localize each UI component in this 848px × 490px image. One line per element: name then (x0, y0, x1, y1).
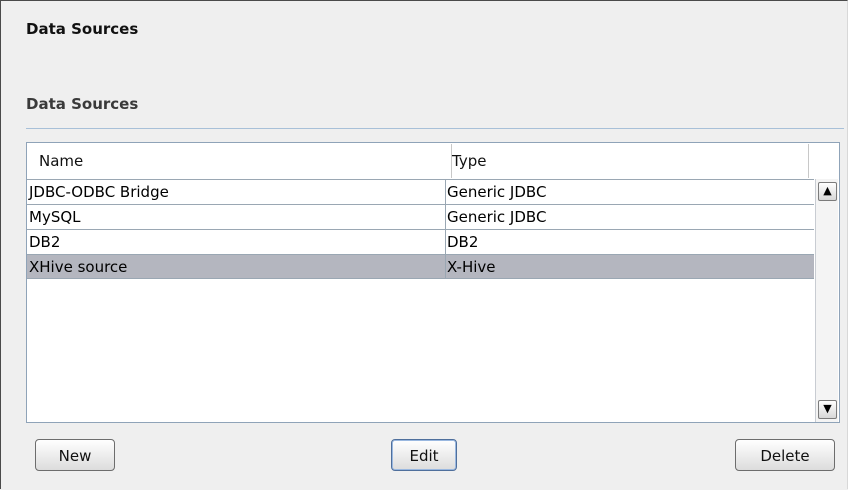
row-type-cell: Generic JDBC (447, 183, 547, 201)
data-sources-panel: Data Sources Data Sources Name Type JDBC… (0, 0, 848, 489)
row-name-cell: MySQL (28, 205, 446, 229)
page-title: Data Sources (26, 20, 139, 38)
chevron-down-icon[interactable]: ▼ (818, 400, 837, 419)
table-row[interactable]: JDBC-ODBC Bridge Generic JDBC (27, 179, 814, 204)
column-header-name[interactable]: Name (28, 144, 452, 178)
data-sources-table: Name Type JDBC-ODBC Bridge Generic JDBC … (26, 142, 840, 423)
column-header-type[interactable]: Type (441, 144, 809, 178)
new-button[interactable]: New (35, 439, 115, 471)
delete-button[interactable]: Delete (735, 439, 835, 471)
table-header: Name Type (28, 144, 838, 178)
section-divider (26, 128, 844, 129)
edit-button[interactable]: Edit (391, 439, 457, 471)
row-type-cell: Generic JDBC (447, 208, 547, 226)
chevron-up-icon[interactable]: ▲ (818, 182, 837, 201)
table-row[interactable]: DB2 DB2 (27, 229, 814, 254)
section-title: Data Sources (26, 95, 139, 113)
table-body: JDBC-ODBC Bridge Generic JDBC MySQL Gene… (27, 179, 814, 279)
row-name-cell: XHive source (28, 255, 446, 279)
row-type-cell: DB2 (447, 233, 479, 251)
row-name-cell: JDBC-ODBC Bridge (28, 180, 446, 204)
row-name-cell: DB2 (28, 230, 446, 254)
table-row[interactable]: MySQL Generic JDBC (27, 204, 814, 229)
row-type-cell: X-Hive (447, 258, 496, 276)
table-row-selected[interactable]: XHive source X-Hive (27, 254, 814, 279)
vertical-scrollbar[interactable]: ▲ ▼ (815, 179, 838, 422)
